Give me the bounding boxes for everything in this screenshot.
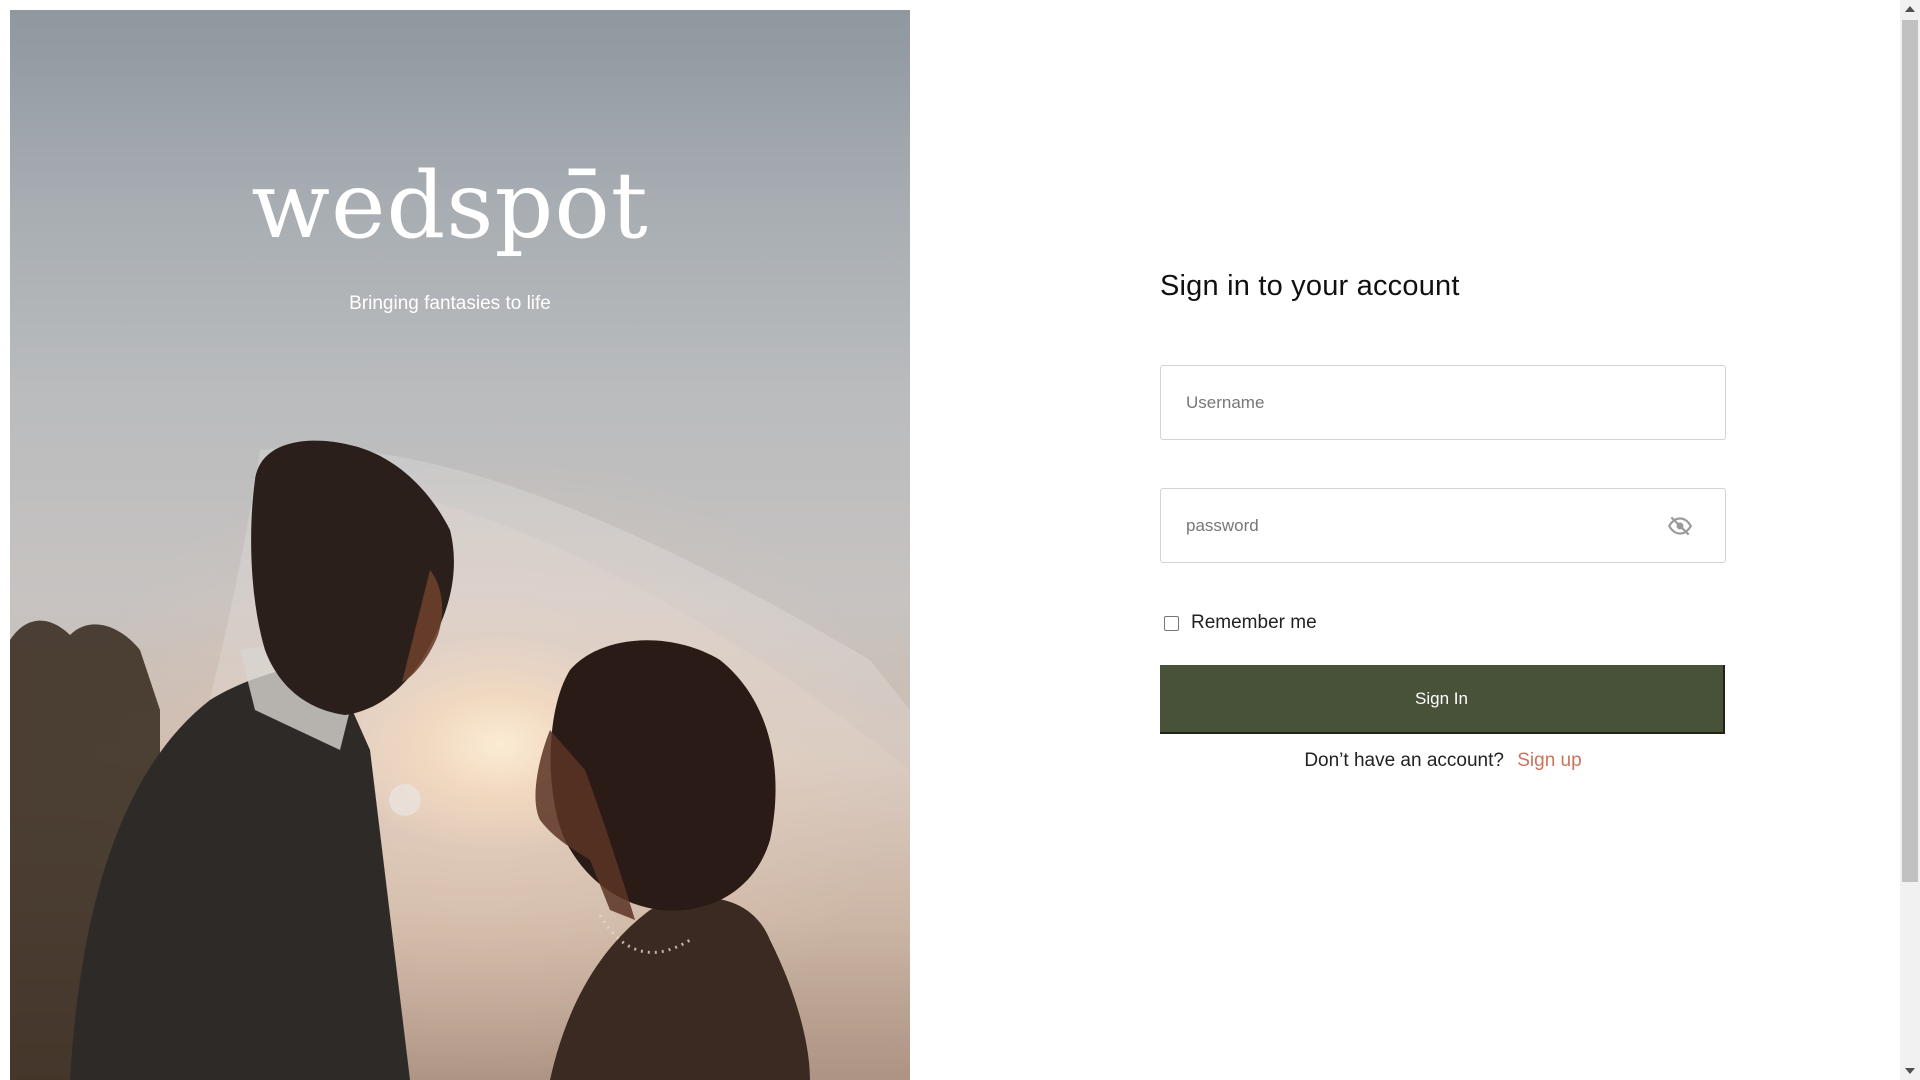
remember-label: Remember me [1191,612,1317,633]
hero-panel: wedspōt Bringing fantasies to life [10,10,910,1080]
sign-in-button[interactable]: Sign In [1160,665,1725,734]
scroll-thumb[interactable] [1902,20,1918,882]
password-field-wrapper [1160,488,1726,563]
sign-up-link[interactable]: Sign up [1517,750,1581,771]
username-field-wrapper [1160,365,1726,440]
password-input[interactable] [1161,489,1725,562]
form-title: Sign in to your account [1160,270,1460,302]
scroll-down-icon[interactable] [1905,1068,1915,1074]
remember-checkbox[interactable] [1164,615,1179,631]
signin-form: Sign in to your account Remember me Sign… [1160,270,1726,771]
hero-tagline: Bringing fantasies to life [349,293,551,314]
username-input[interactable] [1161,366,1725,439]
scroll-up-icon[interactable] [1905,6,1915,12]
eye-off-icon[interactable] [1667,513,1693,539]
vertical-scrollbar[interactable] [1900,0,1920,1080]
remember-me[interactable]: Remember me [1164,612,1317,634]
no-account-text: Don’t have an account? [1304,750,1504,771]
page: wedspōt Bringing fantasies to life Sign … [0,0,1920,1080]
signup-prompt: Don’t have an account? Sign up [1160,750,1726,772]
brand-logo: wedspōt [251,152,649,259]
